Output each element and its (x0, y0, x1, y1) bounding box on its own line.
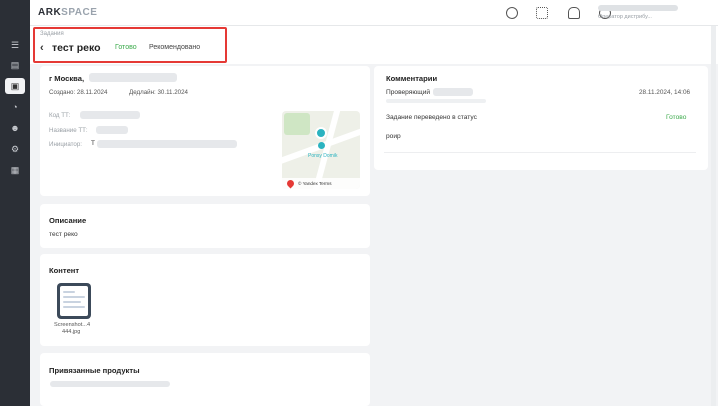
tasks-icon[interactable]: ▣ (5, 78, 25, 94)
database-icon[interactable]: ▤ (5, 58, 25, 72)
field-value-initiator-redacted (97, 140, 237, 148)
products-card (40, 353, 370, 406)
map-place-label: Ponsy Domik (308, 153, 338, 159)
field-label-name: Название ТТ: (49, 127, 88, 134)
attachment-filename-line1: Screenshot...4 (54, 322, 91, 328)
product-item-redacted (50, 381, 170, 387)
left-rail: ☰ ▤ ▣ ◔ ☻ ⚙ ▦ (0, 0, 30, 406)
users-icon[interactable]: ☻ (5, 121, 25, 135)
address-redacted (89, 73, 177, 82)
page-scrollbar[interactable] (711, 26, 716, 406)
app-logo[interactable]: ARKSPACE (38, 7, 97, 18)
top-bar: ARKSPACE (30, 0, 718, 26)
field-label-initiator: Инициатор: (49, 141, 82, 148)
map-park (284, 113, 310, 135)
comment-author-label: Проверяющий (386, 89, 431, 96)
attachment-filename-line2: 444.jpg (62, 329, 81, 335)
comment-author-redacted (433, 88, 473, 96)
address-city: г Москва, (49, 74, 85, 83)
comment-status-text: Задание переведено в статус (386, 114, 477, 121)
products-heading: Привязанные продукты (49, 366, 140, 375)
description-card (40, 204, 370, 248)
comment-subtitle-redacted (386, 99, 486, 103)
location-map[interactable]: Ponsy Domik © Yandex Terms (282, 111, 360, 189)
field-value-code (80, 111, 140, 119)
comment-message: роир (386, 133, 401, 140)
field-label-code: Код ТТ: (49, 112, 71, 119)
content-heading: Контент (49, 266, 80, 275)
comments-heading: Комментарии (386, 74, 438, 83)
calendar-icon[interactable]: ▦ (5, 163, 25, 177)
user-role: Оператор дистрибу... (598, 14, 652, 20)
map-pin-icon (315, 127, 327, 139)
deadline-date: Дедлайн: 30.11.2024 (129, 89, 188, 96)
field-value-name (96, 126, 128, 134)
created-date: Создано: 28.11.2024 (49, 89, 108, 96)
highlight-box (33, 27, 227, 63)
user-name[interactable] (598, 5, 678, 11)
comment-status-value: Готово (666, 114, 687, 121)
chart-icon[interactable]: ◔ (5, 100, 25, 114)
chat-icon[interactable] (506, 7, 518, 19)
list-icon[interactable]: ☰ (5, 38, 25, 52)
comment-date: 28.11.2024, 14:06 (639, 89, 691, 96)
attachment-thumbnail[interactable] (57, 283, 91, 319)
grid-icon[interactable] (536, 7, 548, 19)
bell-icon[interactable] (568, 7, 580, 19)
settings-icon[interactable]: ⚙ (5, 142, 25, 156)
description-heading: Описание (49, 216, 87, 225)
map-marker-icon (318, 142, 325, 149)
description-text: тест реко (49, 231, 78, 238)
comment-divider (384, 152, 696, 153)
field-value-initiator: Т (91, 140, 95, 147)
